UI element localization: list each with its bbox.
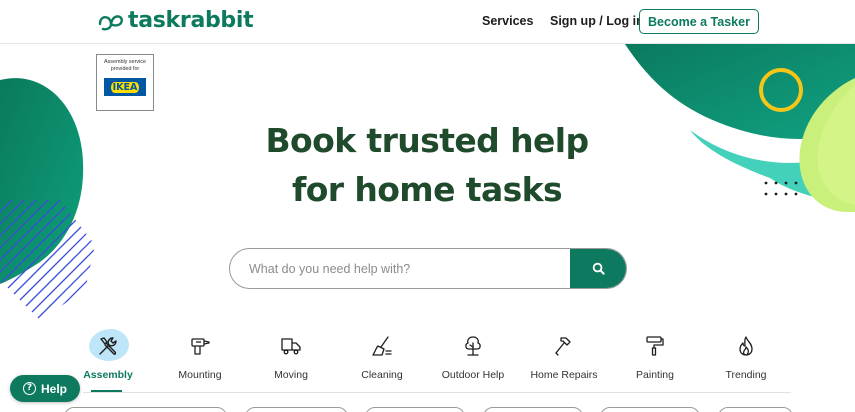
category-label: Trending [725,369,767,381]
category-label: Mounting [178,369,222,381]
nav-signup-login-link[interactable]: Sign up / Log in [550,14,644,28]
category-tab-moving[interactable]: Moving [241,326,341,384]
category-tab-outdoor-help[interactable]: Outdoor Help [423,326,523,384]
category-tab-home-repairs[interactable]: Home Repairs [514,326,614,384]
left-green-blob [0,78,84,284]
ikea-logo: IKEA [104,78,146,96]
nav-services-link[interactable]: Services [482,14,533,28]
top-nav: taskrabbit Services Sign up / Log in Bec… [0,0,855,44]
hammer-icon [548,330,580,362]
ikea-logo-text: IKEA [110,81,140,93]
help-button[interactable]: ? Help [10,375,80,402]
category-tab-trending[interactable]: Trending [696,326,796,384]
task-pill[interactable] [718,407,793,412]
category-label: Home Repairs [530,369,598,381]
category-tab-painting[interactable]: Painting [605,326,705,384]
category-label: Painting [636,369,674,381]
ikea-partner-badge: Assembly service provided for IKEA [96,54,154,111]
taskrabbit-logo[interactable]: taskrabbit [96,8,254,33]
search-icon [592,262,605,275]
help-label: Help [40,381,67,396]
truck-icon [275,330,307,362]
task-pill[interactable] [600,407,700,412]
task-pill[interactable] [365,407,465,412]
drill-icon [184,330,216,362]
logo-text: taskrabbit [128,8,254,33]
task-pill[interactable] [483,407,583,412]
paint-roller-icon [639,330,671,362]
broom-icon [366,330,398,362]
hero-title-line-1: Book trusted help [265,121,590,160]
task-pill[interactable] [64,407,227,412]
category-tabs: Assembly Mounting Moving Cleaning Outdoo… [0,326,855,386]
taskrabbit-logo-icon [98,14,123,30]
tools-icon [92,330,124,362]
hero-title-line-2: for home tasks [291,170,563,209]
task-pill[interactable] [245,407,348,412]
category-divider [83,392,791,393]
category-tab-cleaning[interactable]: Cleaning [332,326,432,384]
category-label: Cleaning [361,369,403,381]
tree-icon [457,330,489,362]
hero-title: Book trusted help for home tasks [227,116,627,214]
become-tasker-button[interactable]: Become a Tasker [639,9,759,34]
category-label: Outdoor Help [441,369,505,381]
task-search-bar [229,248,627,289]
category-tab-assembly[interactable]: Assembly [58,326,158,384]
category-tab-mounting[interactable]: Mounting [150,326,250,384]
question-icon: ? [22,382,36,395]
task-search-input[interactable] [230,249,572,288]
flame-icon [730,330,762,362]
ikea-badge-caption: Assembly service provided for [104,59,146,72]
category-label: Moving [274,369,308,381]
search-submit-button[interactable] [570,249,626,288]
